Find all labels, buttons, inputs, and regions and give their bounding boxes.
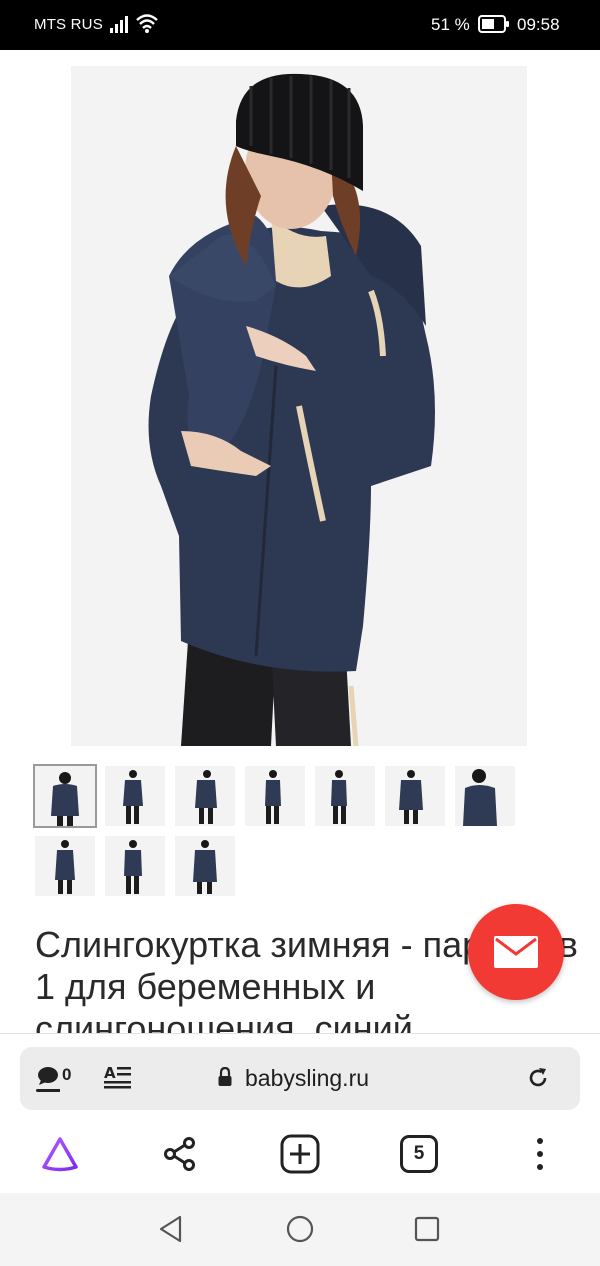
thumbnail-image: [385, 766, 445, 826]
thumbnail-image: [35, 836, 95, 896]
thumbnail-image: [35, 766, 95, 826]
thumbnail-3[interactable]: [175, 766, 235, 826]
thumbnail-image: [175, 836, 235, 896]
thumbnail-9[interactable]: [105, 836, 165, 896]
thumbnail-image: [455, 766, 515, 826]
thumbnail-1[interactable]: [33, 764, 97, 828]
parka-model-illustration: [71, 66, 527, 746]
home-icon[interactable]: [286, 1215, 314, 1243]
back-icon[interactable]: [158, 1215, 184, 1243]
tabs-count-button[interactable]: 5: [400, 1135, 438, 1173]
reader-mode-icon[interactable]: A: [104, 1064, 132, 1090]
comments-count: 0: [62, 1065, 72, 1084]
signal-icon: [110, 16, 128, 33]
thumbnail-5[interactable]: [315, 766, 375, 826]
svg-text:A: A: [104, 1064, 116, 1082]
share-icon[interactable]: [160, 1134, 200, 1174]
system-navigation-bar: [0, 1193, 600, 1266]
mail-button[interactable]: [468, 904, 564, 1000]
status-bar: MTS RUS 51 % 09:58: [0, 0, 600, 50]
comments-button[interactable]: 0: [36, 1063, 76, 1097]
screen: MTS RUS 51 % 09:58 Слингокуртка зимняя -…: [0, 0, 600, 1266]
new-tab-icon[interactable]: [280, 1134, 320, 1174]
thumbnail-4[interactable]: [245, 766, 305, 826]
alice-icon[interactable]: [40, 1134, 80, 1174]
lock-icon: [218, 1067, 232, 1086]
recents-icon[interactable]: [414, 1216, 440, 1242]
thumbnail-6[interactable]: [385, 766, 445, 826]
thumbnail-10[interactable]: [175, 836, 235, 896]
more-icon[interactable]: [520, 1134, 560, 1174]
thumbnail-image: [315, 766, 375, 826]
thumbnail-7[interactable]: [455, 766, 515, 826]
thumbnail-8[interactable]: [35, 836, 95, 896]
product-main-image[interactable]: [71, 66, 527, 746]
battery-icon: [478, 15, 509, 33]
comments-icon: [36, 1067, 60, 1092]
battery-percent: 51 %: [431, 15, 470, 34]
wifi-icon: [136, 14, 158, 33]
thumbnail-image: [175, 766, 235, 826]
reload-icon[interactable]: [526, 1066, 550, 1090]
carrier-name: MTS RUS: [34, 16, 103, 33]
thumbnail-image: [245, 766, 305, 826]
clock: 09:58: [517, 15, 560, 34]
thumbnail-2[interactable]: [105, 766, 165, 826]
url-domain[interactable]: babysling.ru: [245, 1065, 369, 1092]
thumbnail-image: [105, 836, 165, 896]
thumbnail-image: [105, 766, 165, 826]
mail-icon: [494, 936, 538, 968]
